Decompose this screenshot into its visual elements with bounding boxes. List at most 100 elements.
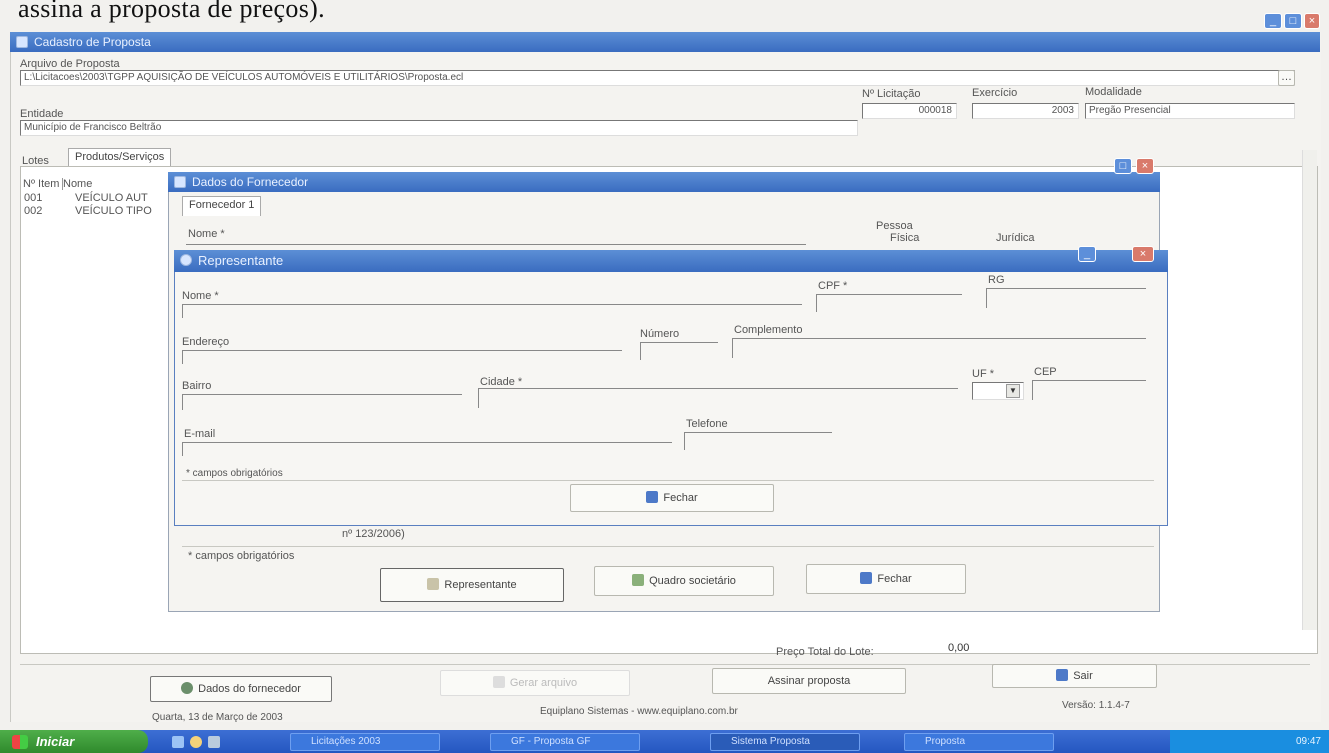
disabled-icon — [492, 676, 505, 688]
representante-button[interactable]: Representante — [380, 568, 564, 602]
rep-complemento-field[interactable] — [732, 338, 1146, 339]
taskbar-item-sistema-proposta[interactable]: Sistema Proposta — [710, 733, 860, 751]
rep-rg-field-edge — [986, 288, 987, 308]
arquivo-field[interactable]: L:\Licitacoes\2003\TGPP AQUISIÇÃO DE VEÍ… — [20, 70, 1295, 86]
pessoa-label: Pessoa — [876, 220, 913, 232]
rep-nome-field-edge — [182, 304, 183, 318]
rep-uf-label: UF * — [972, 368, 994, 380]
browse-file-button[interactable]: … — [1278, 70, 1295, 86]
assinar-proposta-button[interactable]: Assinar proposta — [712, 668, 906, 694]
chevron-down-icon[interactable]: ▼ — [1006, 384, 1020, 398]
quadro-icon — [632, 574, 645, 586]
pessoa-juridica-radio[interactable]: Jurídica — [996, 232, 1035, 244]
minimize-icon[interactable]: _ — [1264, 13, 1282, 29]
rep-email-field[interactable] — [182, 442, 672, 443]
rep-endereco-field[interactable] — [182, 350, 622, 351]
fornecedor-window-titlebar[interactable]: Dados do Fornecedor — [168, 172, 1160, 192]
representante-icon — [427, 578, 440, 590]
main-window-title: Cadastro de Proposta — [34, 35, 151, 49]
rep-complemento-label: Complemento — [734, 324, 803, 336]
rep-numero-label: Número — [640, 328, 680, 340]
rep-cpf-field-edge — [816, 294, 817, 312]
num-licitacao-label: Nº Licitação — [862, 88, 921, 100]
representante-app-icon — [180, 254, 192, 266]
status-date: Quarta, 13 de Março de 2003 — [152, 712, 283, 723]
rep-cep-field[interactable] — [1032, 380, 1146, 381]
rep-cep-label: CEP — [1034, 366, 1057, 378]
rep-cpf-field[interactable] — [816, 294, 962, 295]
tray-clock: 09:47 — [1295, 736, 1321, 747]
rep-bairro-field[interactable] — [182, 394, 462, 395]
rep-cidade-label: Cidade * — [480, 376, 523, 388]
modalidade-field: Pregão Presencial — [1085, 103, 1295, 119]
exercicio-field: 2003 — [972, 103, 1079, 119]
rep-numero-field[interactable] — [640, 342, 718, 343]
modalidade-label: Modalidade — [1085, 86, 1142, 98]
representante-minimize-icon[interactable]: _ — [1078, 246, 1096, 262]
fornecedor-obrigatorios: * campos obrigatórios — [188, 550, 295, 562]
fornecedor-close-icon[interactable]: × — [1136, 158, 1154, 174]
rep-email-field-edge — [182, 442, 183, 456]
rep-telefone-field-edge — [684, 432, 685, 450]
rep-nome-field[interactable] — [182, 304, 802, 305]
close-icon[interactable]: × — [1304, 13, 1320, 29]
grid-row-1-nome[interactable]: VEÍCULO AUT — [75, 192, 148, 204]
sair-button[interactable]: Sair — [992, 664, 1157, 688]
system-tray: 09:47 — [1170, 730, 1329, 753]
quick-launch-icon-2[interactable] — [190, 736, 202, 748]
preco-total-value: 0,00 — [948, 642, 970, 654]
main-window-titlebar[interactable]: Cadastro de Proposta — [10, 32, 1320, 52]
tab-fornecedor-1[interactable]: Fornecedor 1 — [182, 196, 262, 216]
quadro-societario-button[interactable]: Quadro societário — [594, 566, 774, 596]
rep-rg-field[interactable] — [986, 288, 1146, 289]
fornecedor-maximize-icon[interactable]: □ — [1114, 158, 1132, 174]
preco-total-label: Preço Total do Lote: — [776, 646, 874, 658]
pessoa-fisica-radio[interactable]: Física — [890, 232, 919, 244]
representante-window-title: Representante — [198, 253, 284, 268]
windows-logo-icon — [12, 735, 28, 749]
representante-close-icon[interactable]: × — [1132, 246, 1154, 262]
entidade-label: Entidade — [20, 108, 64, 120]
tab-produtos-servicos[interactable]: Produtos/Serviços — [68, 148, 172, 166]
arquivo-label: Arquivo de Proposta — [20, 58, 120, 70]
rep-cep-field-edge — [1032, 380, 1033, 400]
sair-label: Sair — [1073, 670, 1093, 682]
fornecedor-fechar-label: Fechar — [877, 573, 912, 585]
status-version: Versão: 1.1.4-7 — [1062, 700, 1130, 711]
app-icon — [16, 36, 28, 48]
rep-nome-label: Nome * — [182, 290, 219, 302]
rep-complemento-field-edge — [732, 338, 733, 358]
rep-cidade-field[interactable] — [478, 388, 958, 389]
taskbar-item-gf-proposta[interactable]: GF - Proposta GF — [490, 733, 640, 751]
exercicio-label: Exercício — [972, 87, 1018, 99]
rep-telefone-field[interactable] — [684, 432, 832, 433]
dados-fornecedor-button[interactable]: Dados do fornecedor — [150, 676, 332, 702]
quick-launch-icon[interactable] — [172, 736, 184, 748]
vertical-scrollbar[interactable] — [1302, 150, 1317, 630]
taskbar-item-proposta[interactable]: Proposta — [904, 733, 1054, 751]
quick-launch-icon-3[interactable] — [208, 736, 220, 748]
gerar-arquivo-label: Gerar arquivo — [509, 677, 578, 689]
num-licitacao-field: 000018 — [862, 103, 957, 119]
quadro-societario-label: Quadro societário — [649, 575, 736, 587]
grid-row-2-nome[interactable]: VEÍCULO TIPO — [75, 205, 152, 217]
grid-row-2-item[interactable]: 002 — [24, 205, 42, 217]
rep-fechar-icon — [646, 491, 659, 503]
grid-row-1-item[interactable]: 001 — [24, 192, 42, 204]
rep-cpf-label: CPF * — [818, 280, 848, 292]
rep-endereco-label: Endereço — [182, 336, 230, 348]
fornecedor-fechar-icon — [860, 572, 873, 584]
rep-fechar-label: Fechar — [663, 492, 698, 504]
maximize-icon[interactable]: □ — [1284, 13, 1302, 29]
fornecedor-nome-field[interactable] — [186, 244, 806, 245]
grid-header-item[interactable]: Nº Item — [23, 178, 64, 190]
taskbar-item-licitacoes[interactable]: Licitações 2003 — [290, 733, 440, 751]
rep-fechar-button[interactable]: Fechar — [570, 484, 774, 512]
fornecedor-separator — [182, 546, 1154, 547]
grid-header-nome[interactable]: Nome — [63, 178, 92, 190]
supplier-icon — [181, 682, 194, 694]
representante-window-titlebar[interactable]: Representante — [174, 250, 1168, 272]
fornecedor-fechar-button[interactable]: Fechar — [806, 564, 966, 594]
rep-bairro-label: Bairro — [182, 380, 212, 392]
rep-endereco-field-edge — [182, 350, 183, 364]
